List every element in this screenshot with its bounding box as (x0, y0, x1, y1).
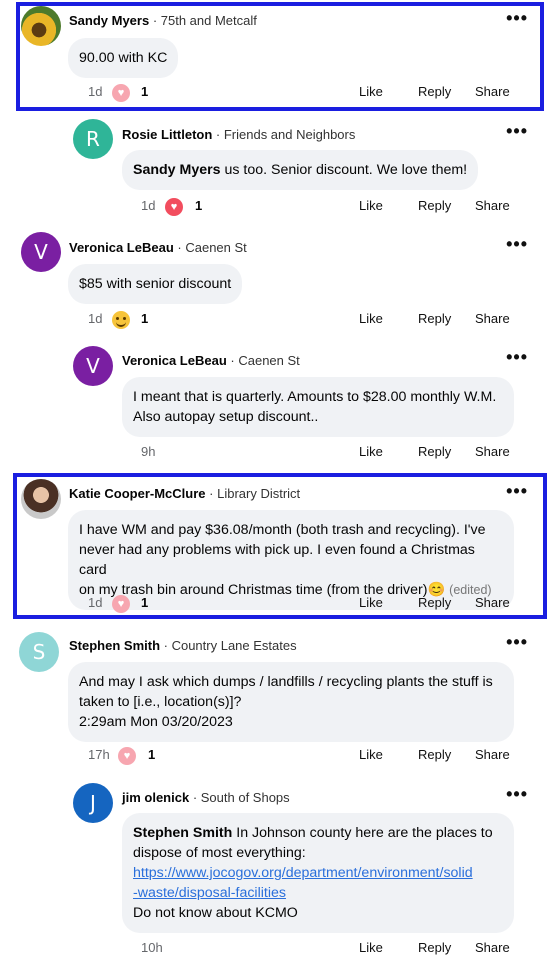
comment-actions: 1d 1 Like Reply Share (0, 311, 548, 331)
comment-actions: 10h Like Reply Share (0, 940, 548, 960)
share-button[interactable]: Share (475, 311, 510, 326)
laugh-reaction-icon[interactable] (112, 311, 130, 329)
mention-link[interactable]: Stephen Smith (133, 825, 232, 841)
author-location[interactable]: South of Shops (201, 790, 290, 805)
share-button[interactable]: Share (475, 940, 510, 955)
share-button[interactable]: Share (475, 595, 510, 610)
comment-time[interactable]: 1d (88, 595, 102, 610)
author-location[interactable]: Country Lane Estates (172, 638, 297, 653)
reply-button[interactable]: Reply (418, 198, 451, 213)
comment-time[interactable]: 1d (88, 311, 102, 326)
comment-text: $85 with senior discount (79, 276, 232, 292)
heart-reaction-icon[interactable]: ♥ (112, 595, 130, 613)
comment-time[interactable]: 10h (141, 940, 163, 955)
reaction-count[interactable]: 1 (148, 747, 155, 762)
comment-actions: 1d ♥ 1 Like Reply Share (0, 595, 548, 615)
like-button[interactable]: Like (359, 595, 383, 610)
url-link-continued[interactable]: -waste/disposal-facilities (133, 885, 286, 901)
author-name[interactable]: Rosie Littleton (122, 127, 212, 142)
comment-text-line: 2:29am Mon 03/20/2023 (79, 714, 233, 730)
reply-button[interactable]: Reply (418, 444, 451, 459)
share-button[interactable]: Share (475, 444, 510, 459)
comment-text: 90.00 with KC (79, 50, 168, 66)
comment-text-line: taken to [i.e., location(s)]? (79, 694, 242, 710)
avatar[interactable]: R (73, 119, 113, 159)
avatar[interactable] (21, 6, 61, 46)
like-button[interactable]: Like (359, 940, 383, 955)
share-button[interactable]: Share (475, 84, 510, 99)
comment-bubble: I meant that is quarterly. Amounts to $2… (122, 377, 514, 437)
like-button[interactable]: Like (359, 311, 383, 326)
author-name[interactable]: Veronica LeBeau (69, 240, 174, 255)
comment-time[interactable]: 1d (88, 84, 102, 99)
like-button[interactable]: Like (359, 84, 383, 99)
author-name[interactable]: Stephen Smith (69, 638, 160, 653)
comment-actions: 1d ♥ 1 Like Reply Share (0, 84, 548, 104)
comment-actions: 17h ♥ 1 Like Reply Share (0, 747, 548, 767)
author-name[interactable]: Sandy Myers (69, 13, 149, 28)
more-options-icon[interactable]: ••• (506, 347, 528, 368)
author-name[interactable]: Katie Cooper-McClure (69, 486, 206, 501)
comment-text-line: Do not know about KCMO (133, 905, 298, 921)
reply-button[interactable]: Reply (418, 84, 451, 99)
avatar[interactable]: V (73, 346, 113, 386)
reply-button[interactable]: Reply (418, 940, 451, 955)
like-button[interactable]: Like (359, 198, 383, 213)
comment-time[interactable]: 17h (88, 747, 110, 762)
more-options-icon[interactable]: ••• (506, 8, 528, 29)
reply-button[interactable]: Reply (418, 311, 451, 326)
reaction-count[interactable]: 1 (141, 84, 148, 99)
author-location[interactable]: Caenen St (185, 240, 246, 255)
avatar[interactable]: V (21, 232, 61, 272)
comment-time[interactable]: 9h (141, 444, 155, 459)
more-options-icon[interactable]: ••• (506, 784, 528, 805)
comment-time[interactable]: 1d (141, 198, 155, 213)
author-name[interactable]: Veronica LeBeau (122, 353, 227, 368)
author-location[interactable]: Caenen St (238, 353, 299, 368)
comment-actions: 1d ♥ 1 Like Reply Share (0, 198, 548, 218)
reaction-count[interactable]: 1 (141, 311, 148, 326)
share-button[interactable]: Share (475, 747, 510, 762)
author-location[interactable]: Library District (217, 486, 300, 501)
comment-text: us too. Senior discount. We love them! (224, 162, 468, 178)
comment-bubble: $85 with senior discount (68, 264, 243, 304)
heart-reaction-icon[interactable]: ♥ (112, 84, 130, 102)
like-button[interactable]: Like (359, 747, 383, 762)
reaction-count[interactable]: 1 (195, 198, 202, 213)
heart-reaction-icon[interactable]: ♥ (118, 747, 136, 765)
author-location[interactable]: 75th and Metcalf (161, 13, 257, 28)
reply-button[interactable]: Reply (418, 595, 451, 610)
reaction-count[interactable]: 1 (141, 595, 148, 610)
heart-reaction-icon[interactable]: ♥ (165, 198, 183, 216)
more-options-icon[interactable]: ••• (506, 481, 528, 502)
comment-text-line: I have WM and pay $36.08/month (both tra… (79, 522, 486, 538)
mention-link[interactable]: Sandy Myers (133, 162, 221, 178)
comment-text-line: And may I ask which dumps / landfills / … (79, 674, 493, 690)
comment-text-line: I meant that is quarterly. Amounts to $2… (133, 389, 497, 405)
avatar[interactable]: S (19, 632, 59, 672)
url-link[interactable]: https://www.jocogov.org/department/envir… (133, 865, 473, 881)
comment-text-line: dispose of most everything: (133, 845, 306, 861)
avatar[interactable]: J (73, 783, 113, 823)
comment-bubble: Sandy Myers us too. Senior discount. We … (122, 150, 479, 190)
like-button[interactable]: Like (359, 444, 383, 459)
reply-button[interactable]: Reply (418, 747, 451, 762)
comment-bubble: Stephen Smith In Johnson county here are… (122, 813, 514, 933)
author-name[interactable]: jim olenick (122, 790, 189, 805)
comment-text-line: Also autopay setup discount.. (133, 409, 319, 425)
comment-bubble: 90.00 with KC (68, 38, 179, 78)
comment-text-line: In Johnson county here are the places to (236, 825, 493, 841)
author-location[interactable]: Friends and Neighbors (224, 127, 356, 142)
comment-text-line: never had any problems with pick up. I e… (79, 542, 475, 578)
more-options-icon[interactable]: ••• (506, 234, 528, 255)
more-options-icon[interactable]: ••• (506, 121, 528, 142)
avatar[interactable] (21, 479, 61, 519)
comment-bubble: And may I ask which dumps / landfills / … (68, 662, 514, 742)
more-options-icon[interactable]: ••• (506, 632, 528, 653)
share-button[interactable]: Share (475, 198, 510, 213)
comment-actions: 9h Like Reply Share (0, 444, 548, 464)
